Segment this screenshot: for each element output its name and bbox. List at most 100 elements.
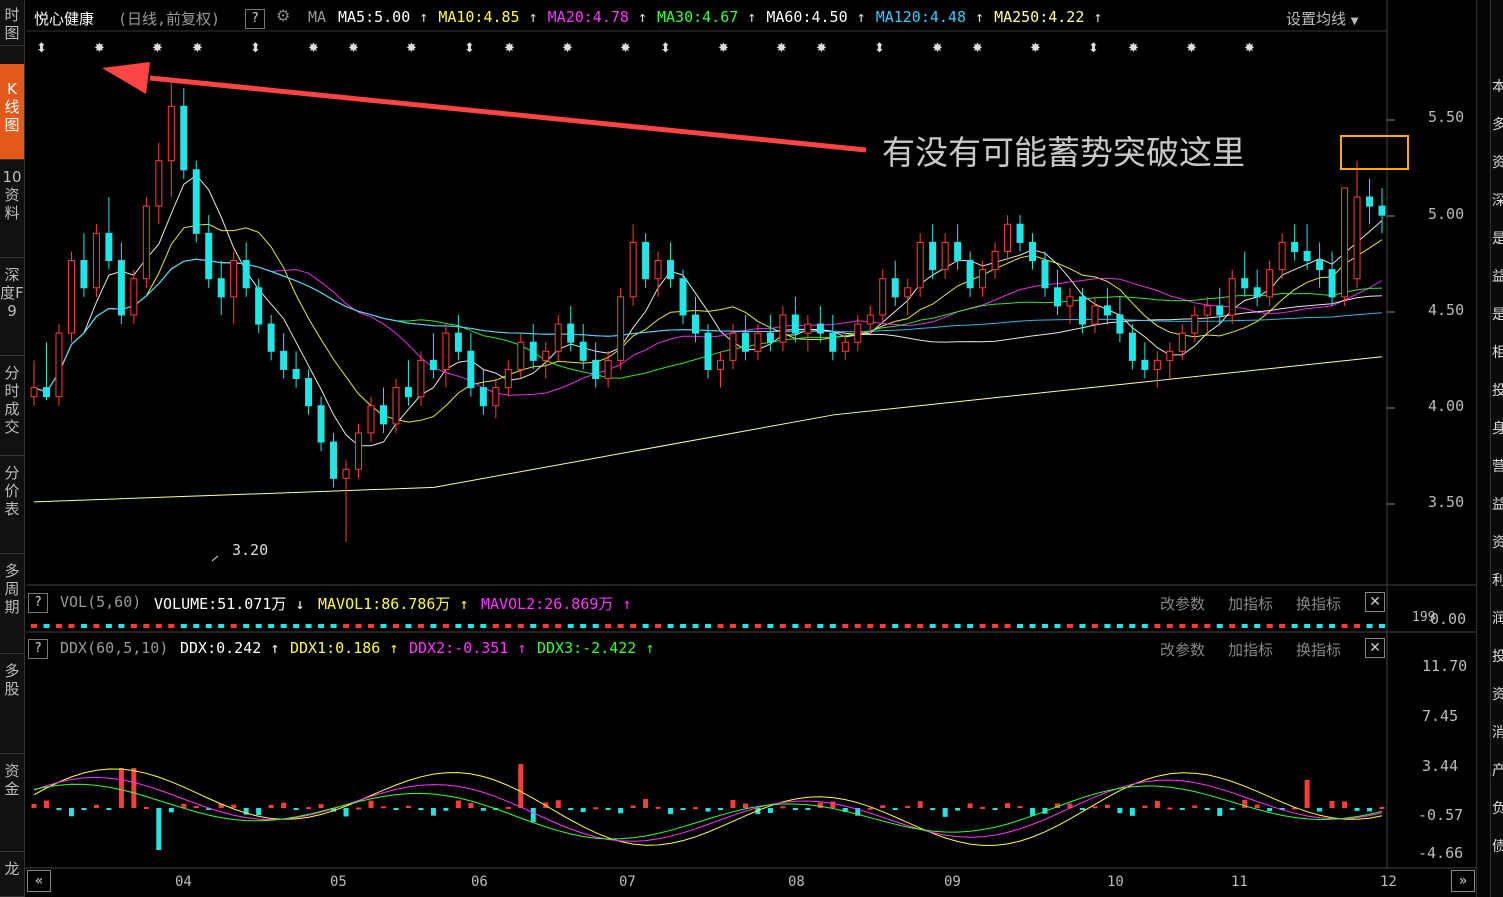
candle-body-96 (1228, 278, 1236, 316)
candle-body-57 (741, 332, 749, 352)
event-marker-1: ✸ (94, 41, 105, 56)
vol-add-indicator-button[interactable]: 加指标 (1228, 593, 1273, 614)
event-marker-21: ✸ (1128, 41, 1139, 56)
volume-bar-101 (1291, 624, 1298, 628)
candle-body-12 (180, 105, 188, 171)
candle-body-7 (117, 260, 125, 316)
scroll-left-button[interactable]: « (27, 870, 51, 892)
candle-body-33 (442, 332, 450, 370)
volume-bar-0 (31, 624, 37, 628)
ddx-add-indicator-button[interactable]: 加指标 (1228, 639, 1273, 660)
ddx-bar-104 (1329, 800, 1335, 808)
vol-modify-params-button[interactable]: 改参数 (1160, 593, 1205, 614)
ma-item-4: MA60:4.50 ↑ (766, 8, 866, 26)
right-edge-glyph-6: 是 (1492, 308, 1503, 322)
candle-body-26 (355, 432, 363, 470)
ddx-bar-7 (118, 768, 124, 808)
month-label-4: 08 (788, 874, 805, 890)
candle-body-75 (966, 260, 974, 289)
ddx-bar-11 (168, 808, 174, 813)
ddx-value: DDX:0.242 ↑ (180, 639, 280, 657)
ddx-bar-29 (393, 808, 399, 810)
ddx2-value: DDX2:-0.351 ↑ (409, 639, 527, 657)
gear-icon[interactable]: ⚙ (276, 6, 290, 25)
volume-bar-16 (230, 624, 237, 628)
candle-body-88 (1128, 332, 1136, 361)
price-tick-1: 5.00 (1428, 205, 1465, 223)
ddx-bar-26 (356, 807, 362, 810)
candle-body-58 (754, 332, 762, 352)
volume-bar-100 (1279, 624, 1286, 628)
ddx-bar-33 (443, 808, 449, 811)
vol-switch-indicator-button[interactable]: 换指标 (1296, 593, 1341, 614)
candle-body-82 (1053, 287, 1061, 307)
candle-body-51 (667, 260, 675, 280)
ddx-bar-23 (318, 804, 324, 808)
volume-bar-22 (305, 624, 312, 628)
ddx-bar-53 (693, 807, 699, 810)
right-edge-glyph-12: 资 (1492, 536, 1503, 550)
vol-close-icon[interactable]: ✕ (1365, 592, 1385, 612)
volume-bar-28 (380, 624, 387, 628)
volume-bar-7 (118, 624, 125, 628)
vol-mavol2: MAVOL2:26.869万 ↑ (481, 595, 632, 613)
volume-bar-13 (193, 624, 200, 628)
ddx-indicator-name: DDX(60,5,10) (60, 639, 169, 657)
event-marker-15: ✸ (816, 41, 827, 56)
candle-body-83 (1066, 296, 1074, 307)
event-marker-11: ✸ (620, 41, 631, 56)
ddx-bar-87 (1117, 808, 1123, 814)
volume-bar-83 (1066, 624, 1073, 628)
ddx-bar-59 (767, 808, 773, 813)
event-marker-9: ✸ (504, 41, 515, 56)
ddx-bar-93 (1192, 805, 1198, 808)
volume-bar-97 (1241, 624, 1248, 628)
candle-body-106 (1353, 196, 1361, 280)
volume-bar-35 (467, 624, 474, 628)
ddx-bar-1 (43, 800, 49, 808)
help-button[interactable]: ? (245, 8, 265, 29)
volume-bar-78 (1004, 624, 1011, 628)
stock-name: 悦心健康 (34, 10, 95, 28)
candle-body-92 (1178, 332, 1186, 352)
candle-body-34 (454, 332, 462, 352)
ddx-modify-params-button[interactable]: 改参数 (1160, 639, 1205, 660)
candle-body-38 (504, 368, 512, 389)
ddx-switch-indicator-button[interactable]: 换指标 (1296, 639, 1341, 660)
volume-bar-58 (754, 624, 761, 628)
candle-body-14 (205, 232, 213, 280)
ma-settings-button[interactable]: 设置均线 ▼ (1286, 8, 1359, 29)
event-marker-20: ⬍ (1088, 41, 1099, 56)
event-marker-3: ✸ (192, 41, 203, 56)
volume-bar-14 (205, 624, 212, 628)
volume-bar-34 (455, 624, 462, 628)
ddx1-value: DDX1:0.186 ↑ (290, 639, 399, 657)
volume-bar-87 (1116, 624, 1123, 628)
ddx-help-button[interactable]: ? (28, 638, 48, 659)
vol-help-button[interactable]: ? (28, 592, 48, 613)
ddx-bar-21 (293, 808, 299, 810)
right-edge-glyph-7: 相 (1492, 346, 1503, 360)
candle-body-36 (479, 387, 487, 407)
volume-bar-24 (330, 624, 337, 628)
ddx-close-icon[interactable]: ✕ (1365, 638, 1385, 658)
volume-bar-27 (368, 624, 374, 628)
right-info-panel-edge: 本多资深是益是相投身营益资利润投资消产负债 (1490, 0, 1503, 897)
right-edge-glyph-3: 深 (1492, 194, 1503, 208)
scroll-right-button[interactable]: » (1451, 870, 1475, 892)
vol-mavol1: MAVOL1:86.786万 ↑ (318, 595, 469, 613)
event-marker-7: ✸ (406, 41, 417, 56)
ddx-bar-20 (281, 802, 287, 808)
event-marker-5: ✸ (308, 41, 319, 56)
ma-line-10 (33, 223, 1383, 423)
volume-bar-40 (530, 624, 537, 628)
volume-bar-17 (243, 624, 250, 628)
candle-body-6 (105, 232, 113, 262)
candle-body-28 (379, 405, 387, 425)
volume-bar-45 (592, 624, 599, 628)
ddx-bar-48 (630, 805, 636, 808)
vol-axis-zero: 0.00 (1430, 610, 1467, 628)
volume-bar-70 (904, 624, 911, 628)
candle-body-99 (1266, 269, 1274, 298)
candle-body-25 (342, 468, 350, 479)
